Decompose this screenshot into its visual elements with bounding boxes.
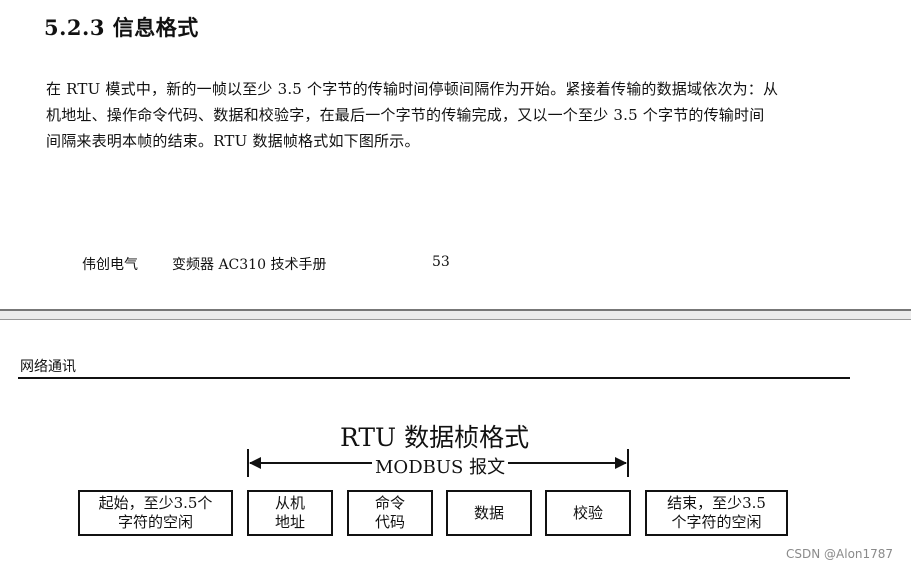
field-address-line1: 从机 — [274, 494, 305, 512]
field-start-idle: 起始，至少3.5个 字符的空闲 — [78, 490, 233, 536]
paragraph-line-3: 间隔来表明本帧的结束。RTU 数据帧格式如下图所示。 — [46, 132, 420, 150]
field-address-line2: 地址 — [274, 513, 305, 531]
field-end-idle: 结束，至少3.5 个字符的空闲 — [645, 490, 788, 536]
span-right-arrowhead — [615, 457, 627, 469]
field-checksum-label: 校验 — [572, 503, 603, 522]
field-slave-address: 从机 地址 — [247, 490, 333, 536]
footer-manual-title: 变频器 AC310 技术手册 — [172, 257, 327, 273]
footer-company: 伟创电气 — [82, 257, 138, 273]
paragraph-line-1: 在 RTU 模式中，新的一帧以至少 3.5 个字节的传输时间停顿间隔作为开始。紧… — [46, 80, 779, 98]
field-start-line2: 字符的空闲 — [117, 513, 193, 531]
span-left-arrowhead — [249, 457, 261, 469]
field-command-line1: 命令 — [374, 494, 405, 512]
field-end-line2: 个字符的空闲 — [671, 513, 762, 531]
field-data: 数据 — [446, 490, 532, 536]
watermark: CSDN @Alon1787 — [786, 547, 894, 561]
section-heading: 5.2.3 信息格式 — [44, 15, 199, 40]
span-label: MODBUS 报文 — [372, 453, 509, 479]
field-command-code: 命令 代码 — [347, 490, 433, 536]
chapter-header-rule — [18, 377, 850, 379]
page-break-bottom-rule — [0, 319, 911, 320]
field-data-label: 数据 — [473, 503, 504, 522]
field-checksum: 校验 — [545, 490, 631, 536]
field-start-line1: 起始，至少3.5个 — [98, 494, 213, 512]
field-command-line2: 代码 — [374, 513, 405, 531]
page-break-gap — [0, 311, 911, 319]
field-end-line1: 结束，至少3.5 — [667, 494, 766, 512]
paragraph-line-2: 机地址、操作命令代码、数据和校验字，在最后一个字节的传输完成，又以一个至少 3.… — [46, 106, 765, 124]
footer-page-number: 53 — [432, 254, 450, 270]
chapter-header-label: 网络通讯 — [20, 359, 76, 375]
